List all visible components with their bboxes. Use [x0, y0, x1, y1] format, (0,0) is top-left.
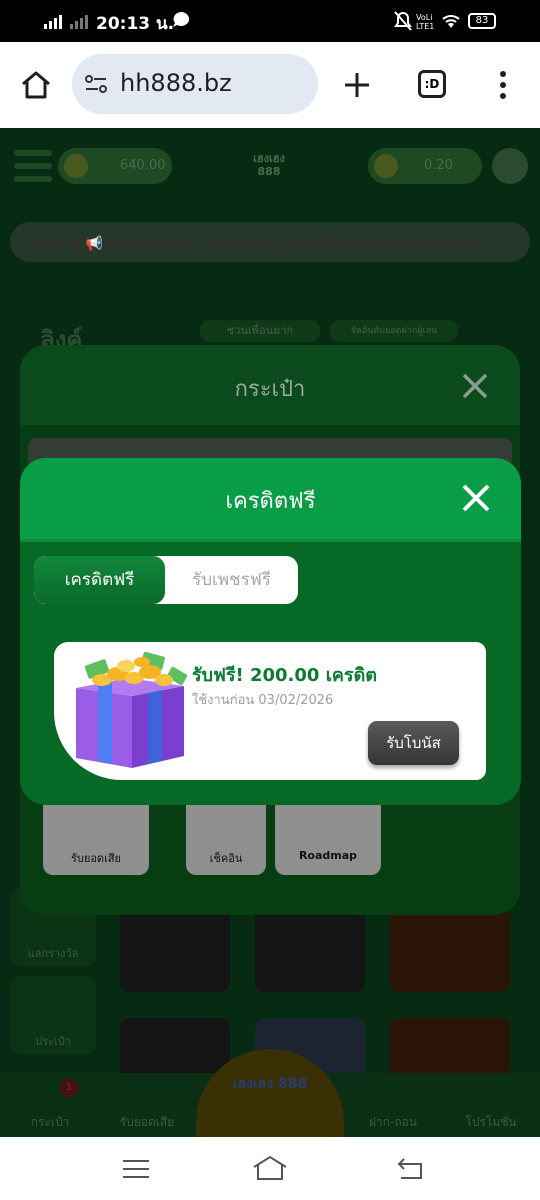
- diamond-icon: [374, 154, 398, 178]
- claim-bonus-button[interactable]: รับโบนัส: [368, 721, 459, 765]
- quick-menu-label: รับยอดเสีย: [70, 852, 121, 865]
- home-icon[interactable]: [20, 70, 52, 100]
- game-tile[interactable]: [390, 1018, 510, 1078]
- nav-home-icon[interactable]: [252, 1155, 288, 1181]
- wallet-modal-title: กระเป๋า: [234, 377, 306, 402]
- battery-level: 83: [475, 15, 489, 26]
- system-nav-bar: [0, 1137, 540, 1200]
- side-menu-label: แลกรางวัล: [27, 947, 79, 960]
- more-menu-icon[interactable]: [498, 70, 508, 100]
- nav-promo-label[interactable]: โปรโมชั่น: [454, 1113, 528, 1132]
- nav-wallet-label[interactable]: กระเป๋า: [20, 1113, 80, 1132]
- free-credit-modal: เครดิตฟรี เครดิตฟรี รับเพชรฟรี รับฟรี! 2…: [20, 458, 521, 805]
- marquee-bar: ประกาศ 📢 เว็บตรงอันดับ 1 คืนยอดเสีย 100%…: [10, 222, 530, 262]
- invite-button-label: ชวนเพื่อนมาก: [226, 324, 294, 337]
- mute-icon: [394, 11, 412, 31]
- site-info-icon[interactable]: [84, 73, 110, 95]
- side-menu-item[interactable]: ประเป๋า: [10, 976, 96, 1054]
- add-tab-icon[interactable]: [343, 71, 371, 99]
- gift-box-icon: [76, 651, 188, 768]
- points-value: 0.20: [424, 158, 453, 173]
- marquee-text: ประกาศ 📢 เว็บตรงอันดับ 1 คืนยอดเสีย 100%…: [32, 236, 477, 252]
- nav-menu-icon[interactable]: [122, 1159, 150, 1179]
- status-bar: 20:13 น. VoLi LTE1 83: [0, 0, 540, 42]
- tab-free-diamond[interactable]: รับเพชรฟรี: [165, 556, 298, 604]
- free-credit-modal-title: เครดิตฟรี: [225, 489, 316, 514]
- points-pill[interactable]: 0.20: [368, 148, 482, 184]
- tab-free-credit[interactable]: เครดิตฟรี: [34, 556, 165, 604]
- coin-icon: [64, 154, 88, 178]
- wifi-icon: [442, 15, 460, 28]
- nav-center-label: เฮงเฮง 888: [232, 1076, 308, 1092]
- volte-icon: VoLiLTE1: [416, 13, 434, 30]
- svg-text:VoLi: VoLi: [416, 13, 432, 22]
- avatar[interactable]: [492, 148, 528, 184]
- game-tile[interactable]: [120, 1018, 230, 1078]
- tab-switcher-label: :D: [424, 77, 440, 91]
- battery-icon: 83: [468, 13, 496, 29]
- balance-pill[interactable]: 640.00: [58, 148, 172, 184]
- tab-switcher-icon[interactable]: :D: [418, 70, 446, 98]
- chat-icon: [173, 11, 190, 27]
- status-time: 20:13 น.: [96, 14, 175, 34]
- nav-rebate-label[interactable]: รับยอดเสีย: [110, 1113, 184, 1132]
- nav-wallet-badge: 1: [60, 1079, 78, 1097]
- quick-menu-label: เช็คอิน: [209, 852, 243, 865]
- browser-toolbar: hh888.bz :D: [0, 42, 540, 128]
- close-icon[interactable]: [460, 482, 492, 514]
- nav-deposit-label[interactable]: ฝาก-ถอน: [356, 1113, 430, 1132]
- signal-icon: [44, 15, 88, 29]
- site-bottom-nav: กระเป๋า 1 รับยอดเสีย เฮงเฮง 888 ฝาก-ถอน …: [0, 1049, 540, 1137]
- ranking-button[interactable]: จัดอันดับยอดฝากผู้เล่น: [330, 320, 458, 342]
- credit-tabs: เครดิตฟรี รับเพชรฟรี: [34, 556, 298, 604]
- balance-value: 640.00: [120, 158, 166, 173]
- close-icon[interactable]: [462, 373, 488, 399]
- bonus-offer-card: รับฟรี! 200.00 เครดิต ใช้งานก่อน 03/02/2…: [54, 642, 486, 780]
- offer-title: รับฟรี! 200.00 เครดิต: [192, 665, 377, 686]
- offer-expiry: ใช้งานก่อน 03/02/2026: [192, 693, 334, 708]
- hamburger-menu-icon[interactable]: [14, 150, 52, 182]
- site-logo: เฮงเฮง 888: [253, 152, 285, 178]
- invite-button[interactable]: ชวนเพื่อนมาก: [200, 320, 320, 342]
- url-text: hh888.bz: [120, 69, 232, 97]
- ranking-button-label: จัดอันดับยอดฝากผู้เล่น: [350, 326, 438, 336]
- side-menu-label: ประเป๋า: [35, 1035, 71, 1048]
- svg-text:LTE1: LTE1: [416, 22, 434, 30]
- quick-menu-label: Roadmap: [298, 849, 358, 862]
- nav-back-icon[interactable]: [396, 1157, 426, 1181]
- address-bar[interactable]: hh888.bz: [72, 54, 318, 114]
